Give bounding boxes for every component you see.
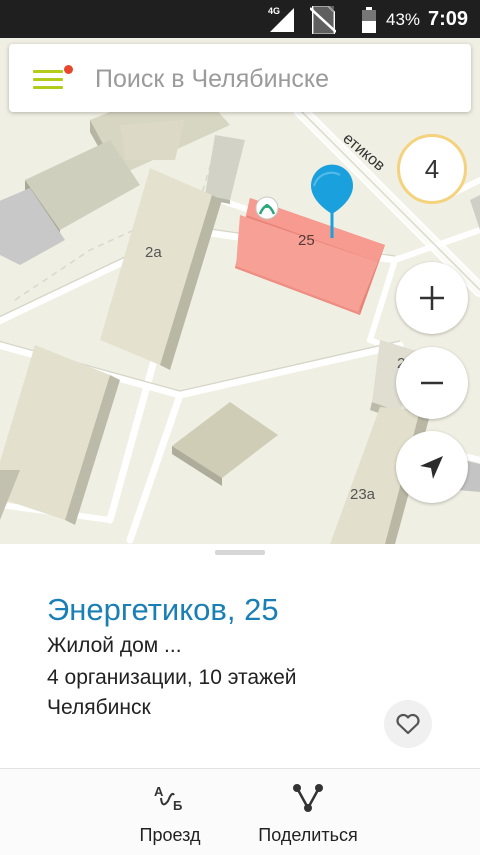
route-button[interactable]: A Б Проезд <box>120 769 220 855</box>
no-sim-icon <box>310 6 336 34</box>
place-type: Жилой дом ... <box>47 634 182 657</box>
route-ab-icon: A Б <box>154 784 182 813</box>
clock: 7:09 <box>428 8 469 30</box>
battery-percent: 43% <box>386 10 421 29</box>
action-bar: A Б Проезд Поделиться <box>0 768 480 855</box>
zoom-in-button[interactable] <box>396 262 468 334</box>
share-icon <box>293 784 323 812</box>
place-card[interactable]: Энергетиков, 25 Жилой дом ... 4 организа… <box>0 544 480 768</box>
zoom-level-indicator[interactable]: 4 <box>397 134 467 204</box>
status-bar: 4G 43% 7:09 <box>0 0 480 38</box>
entrance-icon[interactable] <box>255 196 279 220</box>
signal-icon <box>270 8 294 32</box>
search-input[interactable] <box>93 58 457 100</box>
share-label: Поделиться <box>258 825 358 845</box>
my-location-button[interactable] <box>396 431 468 503</box>
place-city: Челябинск <box>47 696 151 719</box>
zoom-out-button[interactable] <box>396 347 468 419</box>
notification-dot <box>64 65 73 74</box>
minus-icon <box>421 381 443 385</box>
share-button[interactable]: Поделиться <box>248 769 368 855</box>
battery-icon <box>362 7 376 33</box>
building-label-23a: 23а <box>350 486 376 503</box>
svg-text:Б: Б <box>173 798 182 813</box>
drag-handle[interactable] <box>215 550 265 555</box>
place-title: Энергетиков, 25 <box>47 592 279 627</box>
search-bar[interactable] <box>9 44 471 112</box>
plus-icon <box>420 286 444 310</box>
svg-text:A: A <box>154 784 164 799</box>
building-label-2a: 2а <box>145 244 162 261</box>
navigation-arrow-icon <box>420 456 443 479</box>
menu-icon[interactable] <box>33 65 73 94</box>
route-label: Проезд <box>139 825 201 845</box>
place-details: 4 организации, 10 этажей <box>47 666 297 689</box>
favorite-button[interactable] <box>384 700 432 748</box>
heart-icon <box>396 713 420 735</box>
building-label-25: 25 <box>298 232 315 249</box>
